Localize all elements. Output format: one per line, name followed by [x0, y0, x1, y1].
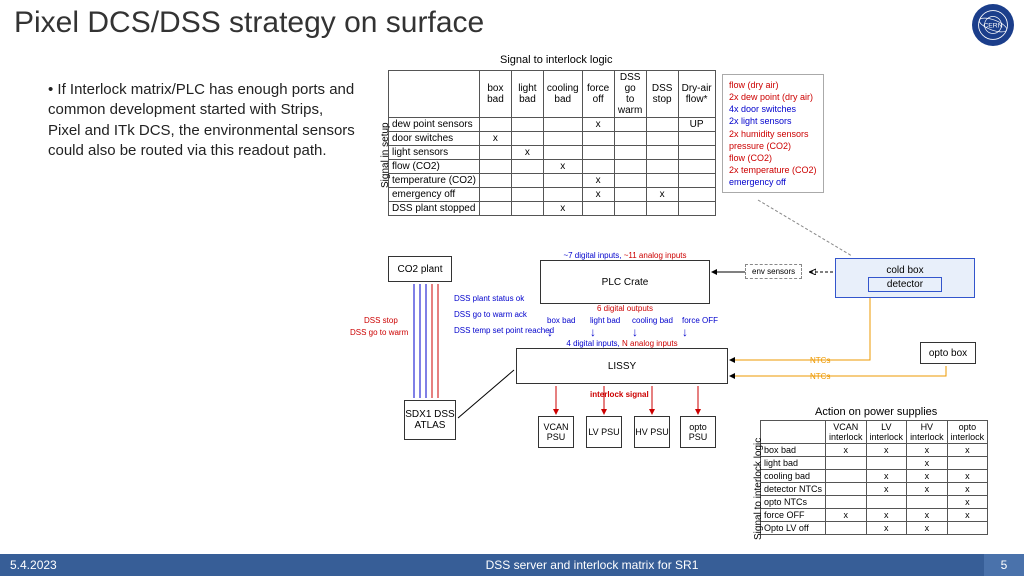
- lbl-light-bad: light bad↓: [590, 316, 620, 339]
- footer-bar: 5.4.2023 DSS server and interlock matrix…: [0, 554, 1024, 576]
- lv-psu-box: LV PSU: [586, 416, 622, 448]
- lbl-dss-status: DSS plant status ok: [454, 294, 524, 303]
- lbl-cooling-bad: cooling bad↓: [632, 316, 673, 339]
- cold-box-label: cold box: [886, 265, 923, 276]
- table2-title: Action on power supplies: [815, 406, 937, 418]
- plc-label: PLC Crate: [602, 277, 649, 288]
- opto-box: opto box: [920, 342, 976, 364]
- footer-date: 5.4.2023: [0, 558, 200, 572]
- slide-title: Pixel DCS/DSS strategy on surface: [14, 6, 484, 40]
- opto-psu-box: opto PSU: [680, 416, 716, 448]
- bullet-text: If Interlock matrix/PLC has enough ports…: [48, 80, 358, 161]
- detector-box: detector: [868, 277, 942, 292]
- footer-page: 5: [984, 554, 1024, 576]
- co2-plant-box: CO2 plant: [388, 256, 452, 282]
- action-table: VCANinterlockLVinterlockHVinterlockoptoi…: [760, 420, 988, 535]
- lbl-box-bad: box bad↓: [547, 316, 575, 339]
- lbl-dss-ack: DSS go to warm ack: [454, 310, 527, 319]
- vcan-psu-box: VCAN PSU: [538, 416, 574, 448]
- svg-text:CERN: CERN: [983, 23, 1002, 30]
- lissy-digital-in: 4 digital inputs,: [566, 339, 619, 348]
- table1-title: Signal to interlock logic: [500, 54, 613, 66]
- plc-digital-out: 6 digital outputs: [541, 304, 709, 313]
- lissy-analog-in: N analog inputs: [622, 339, 678, 348]
- sensors-list: flow (dry air)2x dew point (dry air)4x d…: [722, 74, 824, 193]
- lbl-dss-temp: DSS temp set point reached: [454, 326, 554, 335]
- lbl-dss-stop: DSS stop: [364, 316, 398, 325]
- table1-axis: Signal in setup: [380, 122, 391, 188]
- env-sensors-label: env sensors: [745, 264, 802, 279]
- plc-crate-box: ~7 digital inputs, ~11 analog inputs PLC…: [540, 260, 710, 304]
- sdx-box: SDX1 DSS ATLAS: [404, 400, 456, 440]
- cern-logo: CERN: [972, 4, 1014, 46]
- lbl-interlock: interlock signal: [590, 390, 649, 399]
- signal-setup-table: boxbadlightbadcoolingbadforceoffDSSgotow…: [388, 70, 716, 216]
- lbl-ntc2: NTCs: [810, 372, 830, 381]
- plc-analog-in: ~11 analog inputs: [624, 251, 687, 260]
- lbl-force-off: force OFF↓: [682, 316, 718, 339]
- lissy-box: 4 digital inputs, N analog inputs LISSY: [516, 348, 728, 384]
- lbl-dss-warm: DSS go to warm: [350, 328, 408, 337]
- lissy-label: LISSY: [608, 361, 636, 372]
- lbl-ntc1: NTCs: [810, 356, 830, 365]
- hv-psu-box: HV PSU: [634, 416, 670, 448]
- cold-box: cold box detector: [835, 258, 975, 298]
- footer-title: DSS server and interlock matrix for SR1: [200, 558, 984, 572]
- table2-axis: Signal to interlock logic: [753, 438, 764, 540]
- plc-digital-in: ~7 digital inputs,: [563, 251, 621, 260]
